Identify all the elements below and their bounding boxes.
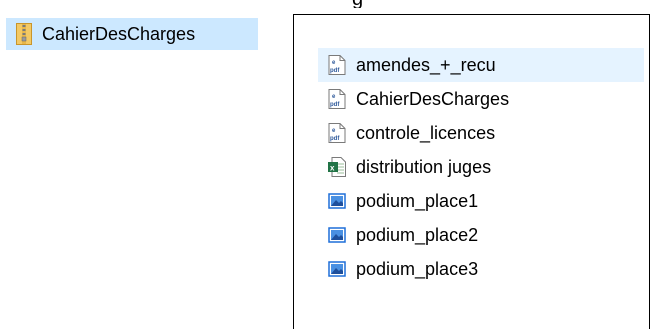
file-name: podium_place1 (356, 190, 479, 211)
file-name: distribution juges (356, 156, 492, 177)
file-row-podium-place2[interactable]: podium_place2 (318, 218, 644, 252)
image-file-icon (328, 259, 346, 279)
file-name: controle_licences (356, 122, 496, 143)
pdf-file-icon: e pdf (328, 89, 346, 109)
file-name: CahierDesCharges (356, 88, 510, 109)
cropped-top-text: g (0, 0, 659, 8)
svg-text:pdf: pdf (330, 102, 340, 108)
file-name: podium_place3 (356, 258, 479, 279)
pdf-file-icon: e pdf (328, 123, 346, 143)
pdf-file-icon: e pdf (328, 55, 346, 75)
zip-folder-icon (16, 23, 32, 45)
file-row-cahierdescharges[interactable]: e pdf CahierDesCharges (318, 82, 644, 116)
image-file-icon (328, 191, 346, 211)
file-row-podium-place3[interactable]: podium_place3 (318, 252, 644, 286)
zip-folder-label: CahierDesCharges (42, 23, 196, 44)
file-name: podium_place2 (356, 224, 479, 245)
file-name: amendes_+_recu (356, 54, 496, 75)
file-list: e pdf amendes_+_recu e pdf CahierDesChar… (318, 48, 644, 286)
zip-folder-item[interactable]: CahierDesCharges (6, 18, 258, 50)
file-list-panel: e pdf amendes_+_recu e pdf CahierDesChar… (293, 14, 650, 329)
excel-file-icon: x (328, 157, 346, 177)
cropped-text-fragment: g (352, 0, 363, 8)
file-row-amendes-recu[interactable]: e pdf amendes_+_recu (318, 48, 644, 82)
image-file-icon (328, 225, 346, 245)
file-row-podium-place1[interactable]: podium_place1 (318, 184, 644, 218)
svg-text:pdf: pdf (330, 136, 340, 142)
file-row-distribution-juges[interactable]: x distribution juges (318, 150, 644, 184)
svg-text:x: x (330, 164, 335, 173)
svg-text:pdf: pdf (330, 68, 340, 74)
file-row-controle-licences[interactable]: e pdf controle_licences (318, 116, 644, 150)
